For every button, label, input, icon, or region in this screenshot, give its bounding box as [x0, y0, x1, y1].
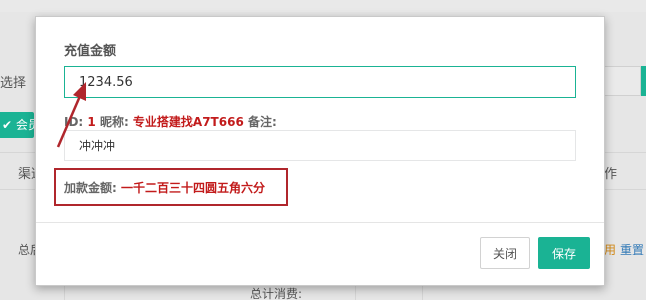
background-search-input[interactable] [603, 66, 641, 96]
background-select-label: 选择 [0, 76, 27, 91]
background-enable-link[interactable]: 用 [604, 243, 616, 257]
background-topbar [0, 0, 646, 12]
background-table-header-ops: 作 [604, 167, 618, 182]
note-input[interactable] [64, 130, 576, 161]
close-button[interactable]: 关闭 [480, 237, 530, 269]
member-id: 1 [87, 115, 96, 129]
background-search-button[interactable] [641, 66, 646, 96]
member-nick-prefix: 昵称: [95, 115, 133, 129]
amount-label: 充值金额 [64, 44, 117, 59]
background-member-button[interactable]: ✔ 会员B [0, 112, 34, 138]
chinese-amount-value: 一千二百三十四圆五角六分 [120, 181, 265, 195]
recharge-modal: 充值金额 ID: 1 昵称: 专业搭建找A7T666 备注: 加款金额: 一千二… [35, 16, 605, 286]
amount-input[interactable] [64, 66, 576, 98]
member-id-prefix: ID: [64, 115, 88, 129]
member-note-prefix: 备注: [243, 115, 277, 129]
member-nickname: 专业搭建找A7T666 [132, 115, 244, 129]
member-info-line: ID: 1 昵称: 专业搭建找A7T666 备注: [64, 113, 277, 130]
background-total-spend: 总计消费: [250, 287, 303, 300]
chinese-amount-label: 加款金额: [64, 181, 121, 195]
save-button[interactable]: 保存 [538, 237, 590, 269]
background-reset-link[interactable]: 重置 [620, 243, 644, 257]
modal-footer-divider [36, 222, 604, 223]
background-row-ops: 用重置 [604, 241, 644, 258]
chinese-amount-line: 加款金额: 一千二百三十四圆五角六分 [64, 179, 265, 196]
